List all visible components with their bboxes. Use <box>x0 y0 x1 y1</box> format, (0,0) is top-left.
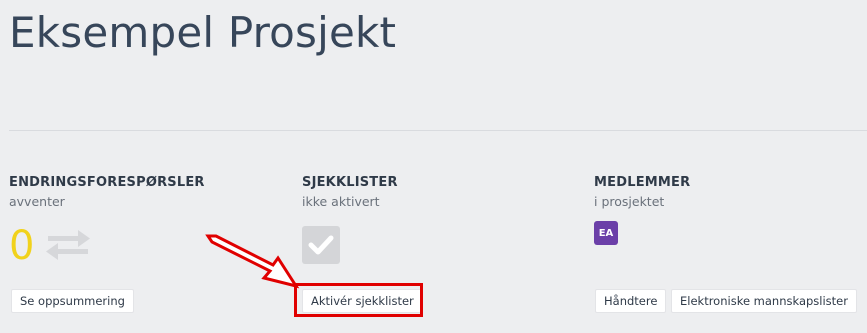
checkmark-icon <box>308 235 334 255</box>
checklist-status-box <box>302 226 340 264</box>
members-subtitle: i prosjektet <box>594 194 665 209</box>
members-card: MEDLEMMER i prosjektet EA <box>594 175 854 255</box>
checklists-title: SJEKKLISTER <box>302 175 398 190</box>
swap-arrows-icon <box>46 230 91 260</box>
project-dashboard: Eksempel Prosjekt ENDRINGSFORESPØRSLER a… <box>0 0 867 333</box>
electronic-crew-lists-button[interactable]: Elektroniske mannskapslister <box>671 289 857 313</box>
divider <box>9 130 867 131</box>
avatar[interactable]: EA <box>594 221 618 245</box>
checklists-card: SJEKKLISTER ikke aktivert <box>302 175 502 270</box>
change-requests-subtitle: avventer <box>9 194 65 209</box>
see-summary-button[interactable]: Se oppsummering <box>11 289 134 313</box>
manage-members-button[interactable]: Håndtere <box>595 289 667 313</box>
members-title: MEDLEMMER <box>594 175 691 190</box>
annotation-arrow-icon <box>205 234 300 289</box>
change-requests-count: 0 <box>9 223 35 269</box>
change-requests-count-row: 0 <box>9 223 92 267</box>
checklists-subtitle: ikke aktivert <box>302 194 380 209</box>
change-requests-title: ENDRINGSFORESPØRSLER <box>9 175 205 190</box>
highlight-box <box>294 283 423 317</box>
page-title: Eksempel Prosjekt <box>9 8 397 57</box>
